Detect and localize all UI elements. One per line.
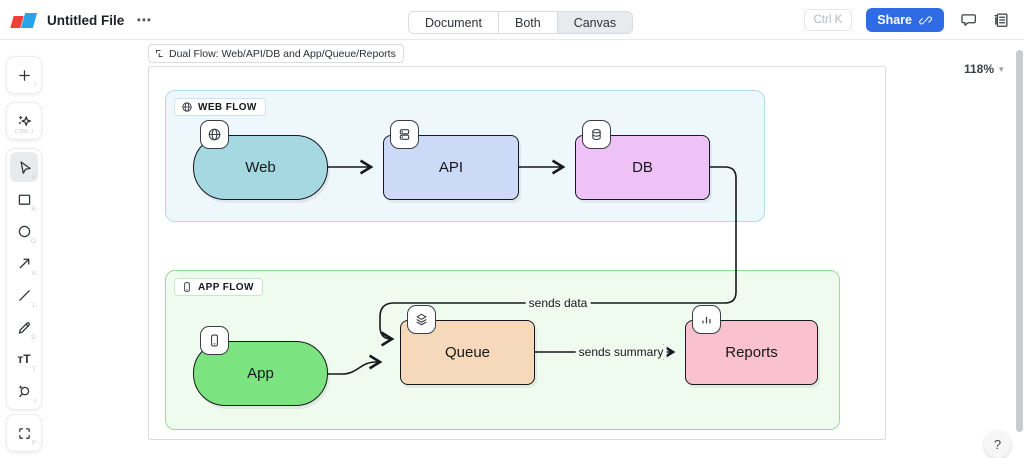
pencil-icon (18, 321, 30, 334)
shortcut-label: CTRL J (14, 129, 34, 135)
shortcut-label: A (31, 270, 36, 277)
node-label: API (438, 159, 464, 176)
node-queue[interactable]: Queue (400, 305, 535, 385)
line-tool-button[interactable]: L (10, 280, 38, 310)
ellipse-icon (18, 225, 30, 237)
globe-icon (208, 128, 221, 141)
chart-icon (702, 316, 711, 324)
arrow-tool-button[interactable]: A (10, 248, 38, 278)
comment-icon[interactable] (958, 11, 977, 30)
file-menu-ellipsis-icon[interactable]: ⋯ (136, 11, 152, 29)
shortcut-label: R (31, 206, 36, 213)
node-api[interactable]: API (383, 120, 519, 200)
node-badge (200, 326, 229, 355)
text-icon: тT (17, 352, 31, 366)
node-label: App (247, 365, 274, 382)
tab-document[interactable]: Document (409, 12, 498, 33)
plus-icon (18, 69, 30, 81)
app-flow-chip[interactable]: APP FLOW (174, 278, 263, 296)
sparkle-icon (18, 115, 31, 126)
container-label: WEB FLOW (198, 101, 257, 113)
insert-button[interactable]: / (10, 60, 38, 90)
notes-icon[interactable] (991, 11, 1010, 30)
ellipse-tool-button[interactable]: O (10, 216, 38, 246)
server-icon (399, 129, 410, 140)
file-title[interactable]: Untitled File (47, 13, 124, 28)
chevron-down-icon: ▾ (999, 63, 1004, 74)
link-icon (919, 13, 933, 27)
phone-icon (184, 282, 190, 292)
rectangle-tool-button[interactable]: R (10, 184, 38, 214)
frame-title-chip[interactable]: Dual Flow: Web/API/DB and App/Queue/Repo… (148, 44, 404, 63)
shortcut-label: O (30, 238, 36, 245)
node-reports[interactable]: Reports (685, 305, 818, 385)
node-app[interactable]: App (193, 326, 328, 406)
zoom-control[interactable]: 118% ▾ (964, 62, 1004, 76)
toolbar-insert-group: / (6, 56, 42, 94)
layers-icon (416, 313, 427, 326)
view-mode-switcher: Document Both Canvas (408, 11, 634, 34)
edge-label-sends-summary[interactable]: sends summary (575, 345, 667, 359)
draw-tool-button[interactable]: D (10, 312, 38, 342)
node-label: Queue (444, 344, 491, 361)
line-icon (18, 289, 30, 301)
share-button[interactable]: Share (866, 8, 944, 32)
shortcut-label: / (34, 82, 36, 89)
tab-both[interactable]: Both (497, 12, 557, 33)
frame-tool-button[interactable]: F (10, 418, 38, 448)
toolbar-ai-group: CTRL J (6, 102, 42, 140)
web-flow-chip[interactable]: WEB FLOW (174, 98, 266, 116)
vertical-scrollbar[interactable] (1016, 50, 1023, 432)
edge-label-sends-data[interactable]: sends data (525, 296, 591, 310)
ai-button[interactable]: CTRL J (10, 106, 38, 136)
rectangle-icon (18, 194, 30, 205)
node-badge (390, 120, 419, 149)
node-badge (407, 305, 436, 334)
canvas-area[interactable]: Dual Flow: Web/API/DB and App/Queue/Repo… (0, 40, 1024, 458)
toolbar-frame-group: F (6, 414, 42, 452)
ai-search-tool-button[interactable]: I (10, 376, 38, 406)
node-web[interactable]: Web (193, 120, 328, 200)
phone-icon (211, 334, 218, 347)
tab-canvas[interactable]: Canvas (556, 12, 633, 33)
zoom-level: 118% (964, 62, 995, 76)
node-label: Web (245, 159, 276, 176)
node-db[interactable]: DB (575, 120, 710, 200)
app-logo-icon[interactable] (10, 12, 38, 28)
node-badge (692, 305, 721, 334)
sparkle-search-icon (18, 384, 29, 397)
frame-title: Dual Flow: Web/API/DB and App/Queue/Repo… (169, 47, 396, 60)
frame-icon (18, 427, 30, 439)
logo-blue-shape (20, 12, 38, 28)
shortcut-label: I (34, 398, 36, 405)
shortcut-label: V (31, 174, 36, 181)
shortcut-label: L (32, 302, 36, 309)
command-palette-button[interactable]: Ctrl K (803, 9, 853, 31)
select-tool-button[interactable]: V (10, 152, 38, 182)
toolbar-shapes-group: V R O A L D тT T I (6, 148, 42, 410)
text-tool-button[interactable]: тT T (10, 344, 38, 374)
container-label: APP FLOW (198, 281, 254, 293)
shortcut-label: T (32, 366, 36, 373)
top-bar: Untitled File ⋯ Document Both Canvas Ctr… (0, 0, 1024, 40)
node-badge (582, 120, 611, 149)
database-icon (592, 128, 601, 141)
node-badge (200, 120, 229, 149)
node-label: Reports (725, 344, 778, 361)
share-label: Share (877, 13, 912, 27)
arrow-icon (19, 258, 29, 268)
help-button[interactable]: ? (984, 431, 1011, 458)
node-label: DB (632, 159, 653, 176)
frame-title-icon (155, 49, 163, 58)
shortcut-label: F (32, 440, 36, 447)
globe-icon (182, 102, 192, 112)
cursor-icon (19, 160, 31, 174)
shortcut-label: D (31, 334, 36, 341)
